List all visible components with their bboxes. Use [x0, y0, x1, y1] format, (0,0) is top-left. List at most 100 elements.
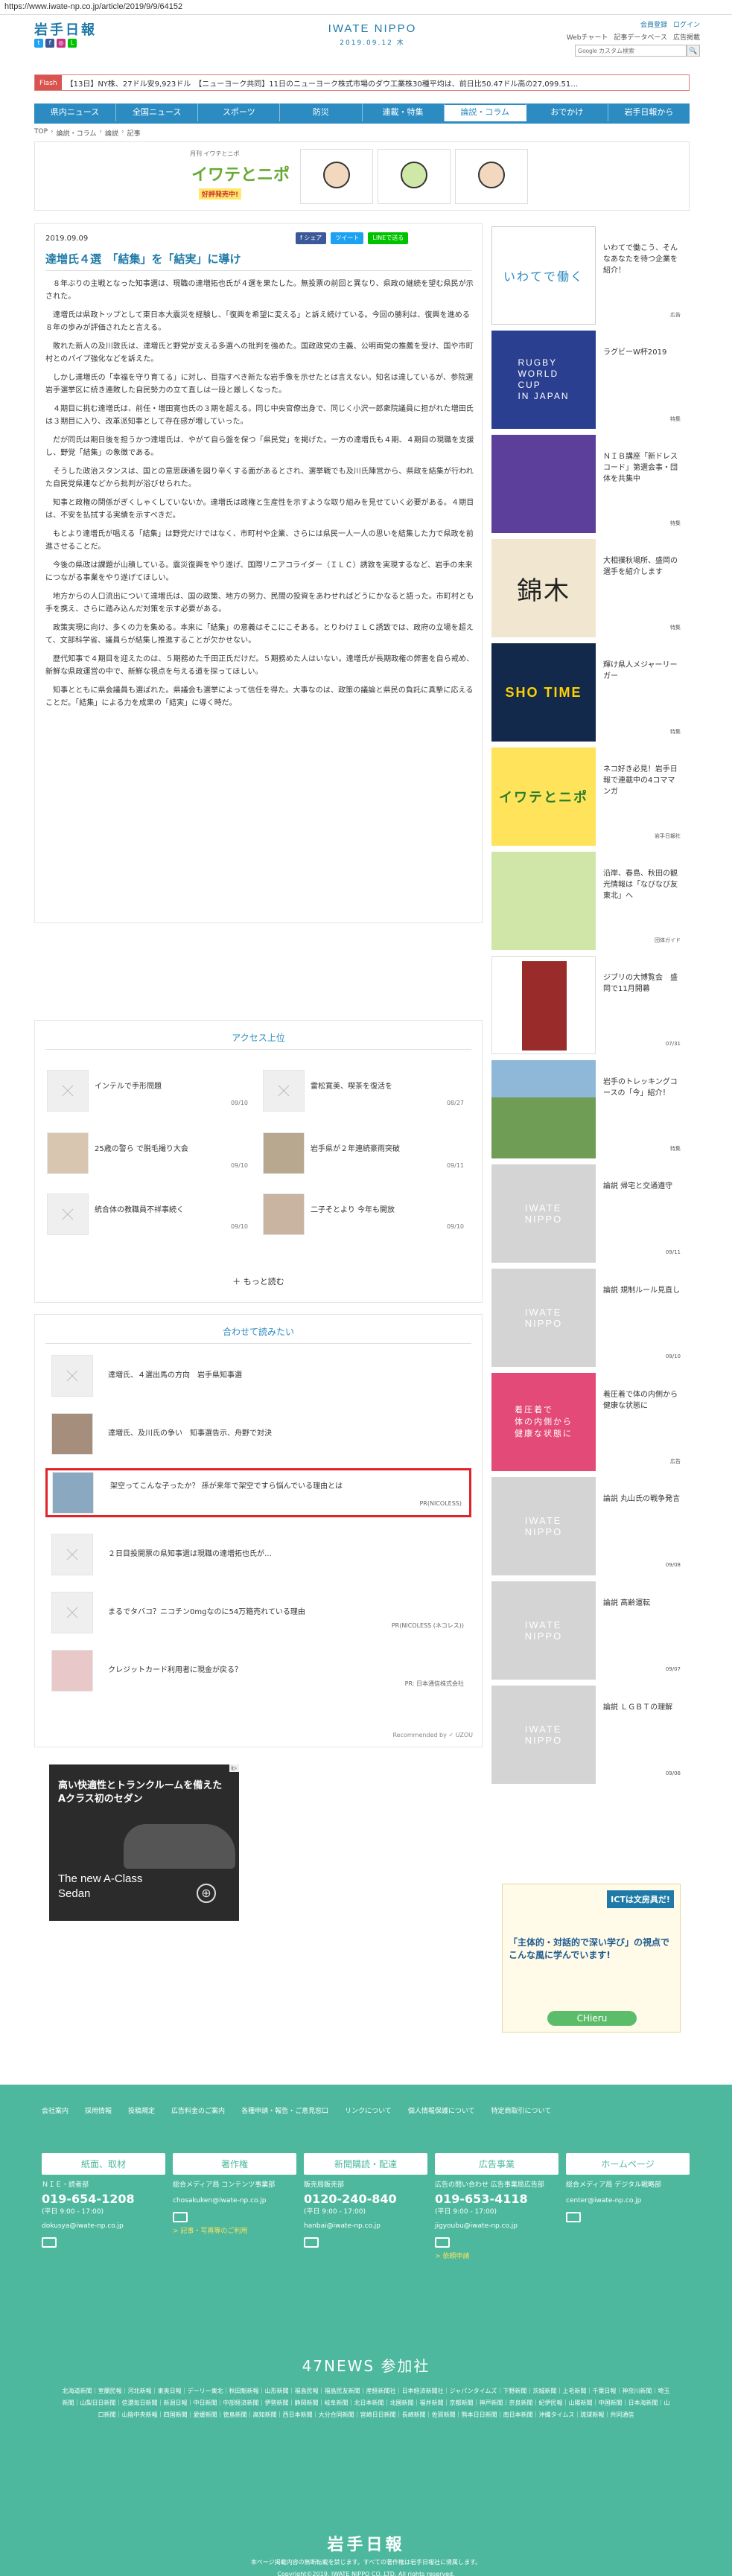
ict-advertisement[interactable]: ICTは文房具だ! 「主体的・対話的で深い学び」の視点でこんな風に学んでいます!… — [502, 1884, 681, 2033]
sidebar-item[interactable]: 沿岸、春島、秋田の観光情報は「なびなび友東北」へ 団体ガイド — [491, 849, 690, 953]
contact-email[interactable]: chosakuken@iwate-np.co.jp — [173, 2196, 296, 2206]
footer-link[interactable]: リンクについて — [345, 2105, 392, 2115]
contact-extra-link[interactable]: > 依頼申請 — [435, 2251, 558, 2260]
nav-item-features[interactable]: 連載・特集 — [363, 103, 445, 121]
related-item[interactable]: 達増氏、４選出馬の方向 岩手県知事選 — [45, 1352, 471, 1401]
ranking-thumbnail — [263, 1070, 305, 1112]
ranking-item[interactable]: 岩手県が２年連続豪雨突破 09/11 — [263, 1132, 464, 1174]
mail-icon[interactable] — [566, 2212, 581, 2222]
sidebar-item[interactable]: IWATE NIPPO 論説 帰宅と交通遵守 09/11 — [491, 1161, 690, 1266]
mail-icon[interactable] — [173, 2212, 188, 2222]
contact-email[interactable]: hanbai@iwate-np.co.jp — [304, 2222, 427, 2231]
ranking-item[interactable]: 統合体の教職員不祥事続く 09/10 — [47, 1193, 248, 1235]
related-item-highlighted[interactable]: 架空ってこんな子ったか？ 孫が来年で架空ですら悩んでいる理由とは PR(NICO… — [45, 1468, 471, 1517]
mail-icon[interactable] — [304, 2237, 319, 2248]
breadcrumb-top[interactable]: TOP — [34, 128, 48, 138]
util-link-database[interactable]: 記事データベース — [614, 32, 667, 42]
footer-link[interactable]: 個人情報保護について — [408, 2105, 475, 2115]
ad-choices-icon[interactable]: i▷ — [229, 1764, 239, 1772]
sidebar-item[interactable]: IWATE NIPPO 論説 丸山氏の戦争発言 09/08 — [491, 1474, 690, 1578]
car-advertisement[interactable]: i▷ 高い快適性とトランクルームを備えたAクラス初のセダン The new A-… — [49, 1764, 239, 1921]
related-item[interactable]: まるでタバコ？ニコチン0mgなのに54万箱売れている理由 PR(NICOLESS… — [45, 1589, 471, 1638]
breaking-news-ticker[interactable]: Flash 【13日】NY株、27ドル安9,923ドル 【ニューヨーク共同】11… — [34, 74, 690, 91]
contact-column: 紙面、取材 ＮＩＥ・読者部 019-654-1208 (平日 9:00 - 17… — [42, 2153, 165, 2260]
sidebar-item[interactable]: SHO TIME 輝け県人メジャーリーガー 特集 — [491, 640, 690, 745]
recommend-credit[interactable]: Recommended by ✓ UZOU — [392, 1732, 473, 1738]
ranking-item[interactable]: 二子そとより 今年も開放 09/10 — [263, 1193, 464, 1235]
sidebar-item[interactable]: イワテとニポ ネコ好き必見！岩手日報で連載中の4コママンガ 岩手日報社 — [491, 745, 690, 849]
nav-item-from-nippo[interactable]: 岩手日報から — [608, 103, 690, 121]
footer-links: 会社案内 採用情報 投稿規定 広告料金のご案内 各種申請・報告・ご意見窓口 リン… — [42, 2105, 690, 2115]
facebook-icon[interactable]: f — [45, 39, 54, 48]
twitter-icon[interactable]: t — [34, 39, 43, 48]
related-item-source: PR(NICOLESS (ネコレス)) — [391, 1622, 464, 1629]
ranking-item[interactable]: インテルで手形問題 09/10 — [47, 1070, 248, 1112]
contact-email[interactable]: jigyoubu@iwate-np.co.jp — [435, 2222, 558, 2231]
ranking-date: 09/10 — [230, 1162, 248, 1169]
mail-icon[interactable] — [42, 2237, 57, 2248]
nav-item-outings[interactable]: おでかけ — [526, 103, 608, 121]
sidebar-item[interactable]: ＮＩＢ講座「新ドレスコード」第選会事・団体を共集中 特集 — [491, 432, 690, 536]
footer-link[interactable]: 採用情報 — [85, 2105, 112, 2115]
sidebar-item[interactable]: IWATE NIPPO 論説 規制ルール見直し 09/10 — [491, 1266, 690, 1370]
mail-icon[interactable] — [435, 2237, 450, 2248]
nav-item-sports[interactable]: スポーツ — [198, 103, 281, 121]
register-link[interactable]: 会員登録 — [640, 19, 667, 29]
sidebar-item[interactable]: ジブリの大博覧会 盛岡で11月開幕 07/31 — [491, 953, 690, 1057]
footer-link[interactable]: 会社案内 — [42, 2105, 69, 2115]
iwate-nippo-logo: IWATE NIPPO — [524, 1619, 563, 1642]
related-item[interactable]: 達増氏、及川氏の争い 知事選告示、舟野で対決 — [45, 1410, 471, 1459]
nav-item-national-news[interactable]: 全国ニュース — [116, 103, 199, 121]
util-link-ads[interactable]: 広告掲載 — [673, 32, 700, 42]
iwate-nippo-logo: IWATE NIPPO — [524, 1202, 563, 1225]
tweet-button[interactable]: ツイート — [331, 232, 364, 244]
read-more-button[interactable]: ＋ もっと読む — [35, 1275, 482, 1287]
sidebar-item[interactable]: IWATE NIPPO 論説 ＬＧＢＴの理解 09/06 — [491, 1683, 690, 1787]
center-logo[interactable]: IWATE NIPPO 2019.09.12 木 — [313, 22, 432, 47]
related-item[interactable]: クレジットカード利用者に現金が戻る？ PR: 日本通信株式会社 — [45, 1647, 471, 1696]
contact-phone[interactable]: 0120-240-840 — [304, 2192, 427, 2206]
brand-logo-icon: ⊕ — [197, 1884, 216, 1903]
contact-extra-link[interactable]: > 記事・写真等のご利用 — [173, 2225, 296, 2235]
sidebar-item[interactable]: 着圧着で 体の内側から 健康な状態に 着圧着で体の内側から健康な状態に 広告 — [491, 1370, 690, 1474]
sidebar-item[interactable]: IWATE NIPPO 論説 高齢運転 09/07 — [491, 1578, 690, 1683]
nav-item-editorials[interactable]: 論説・コラム — [444, 103, 526, 121]
related-thumbnail — [52, 1472, 94, 1514]
sidebar-item[interactable]: いわてで働く いわてで働こう、そんなあなたを待つ企業を紹介！ 広告 — [491, 223, 690, 328]
related-item[interactable]: ２日目投開票の県知事選は現職の達増拓也氏が… — [45, 1531, 471, 1580]
site-logo[interactable]: 岩手日報 — [34, 19, 97, 39]
contact-email[interactable]: center@iwate-np.co.jp — [566, 2196, 690, 2206]
nav-item-disaster[interactable]: 防災 — [280, 103, 363, 121]
ranking-thumbnail — [263, 1193, 305, 1235]
sidebar-item[interactable]: RUGBY WORLD CUP IN JAPAN ラグビーW杯2019 特集 — [491, 328, 690, 432]
util-link-chart[interactable]: Webチャート — [567, 32, 608, 42]
login-link[interactable]: ログイン — [673, 19, 700, 29]
facebook-share-button[interactable]: f シェア — [296, 232, 327, 244]
breadcrumb-editorial[interactable]: 論説・コラム — [57, 128, 97, 138]
ranking-item[interactable]: 雷松寛美、喫茶を復活を 08/27 — [263, 1070, 464, 1112]
article-body: ８年ぶりの主戦となった知事選は、現職の達増拓也氏が４選を果たした。無投票の前回と… — [45, 278, 476, 715]
footer-link[interactable]: 投稿規定 — [128, 2105, 155, 2115]
sidebar-item[interactable]: 岩手のトレッキングコースの「今」紹介！ 特集 — [491, 1057, 690, 1161]
comic-banner[interactable]: 月刊 イワテとニポ イワテとニポ 好評発売中! — [34, 141, 690, 211]
ranking-item[interactable]: 25歳の警ら で脱毛撮り大会 09/10 — [47, 1132, 248, 1174]
instagram-icon[interactable]: ◎ — [57, 39, 66, 48]
line-share-button[interactable]: LINEで送る — [368, 232, 409, 244]
footer-logo[interactable]: 岩手日報 — [0, 2531, 732, 2555]
sidebar-item[interactable]: 錦木 大相撲秋場所、盛岡の選手を紹介します 特集 — [491, 536, 690, 640]
nav-item-local-news[interactable]: 県内ニュース — [34, 103, 117, 121]
breadcrumb-ronsetsu[interactable]: 論説 — [105, 128, 118, 138]
search-button[interactable]: 🔍 — [687, 45, 700, 57]
footer-link[interactable]: 各種申請・報告・ご意見窓口 — [241, 2105, 328, 2115]
access-ranking-title: アクセス上位 — [232, 1033, 285, 1043]
search-input[interactable] — [575, 45, 687, 57]
contact-email[interactable]: dokusya@iwate-np.co.jp — [42, 2222, 165, 2231]
url-bar[interactable]: https://www.iwate-np.co.jp/article/2019/… — [0, 0, 732, 15]
footer-link[interactable]: 特定商取引について — [491, 2105, 552, 2115]
contact-phone[interactable]: 019-653-4118 — [435, 2192, 558, 2206]
contact-phone[interactable]: 019-654-1208 — [42, 2192, 165, 2206]
banner-content: 月刊 イワテとニポ イワテとニポ 好評発売中! — [184, 147, 541, 206]
line-icon[interactable]: L — [68, 39, 77, 48]
n47-member-list[interactable]: 北海道新聞｜室蘭民報｜河北新報｜東奥日報｜デーリー東北｜秋田魁新報｜山形新聞｜福… — [60, 2385, 672, 2421]
footer-link[interactable]: 広告料金のご案内 — [171, 2105, 225, 2115]
